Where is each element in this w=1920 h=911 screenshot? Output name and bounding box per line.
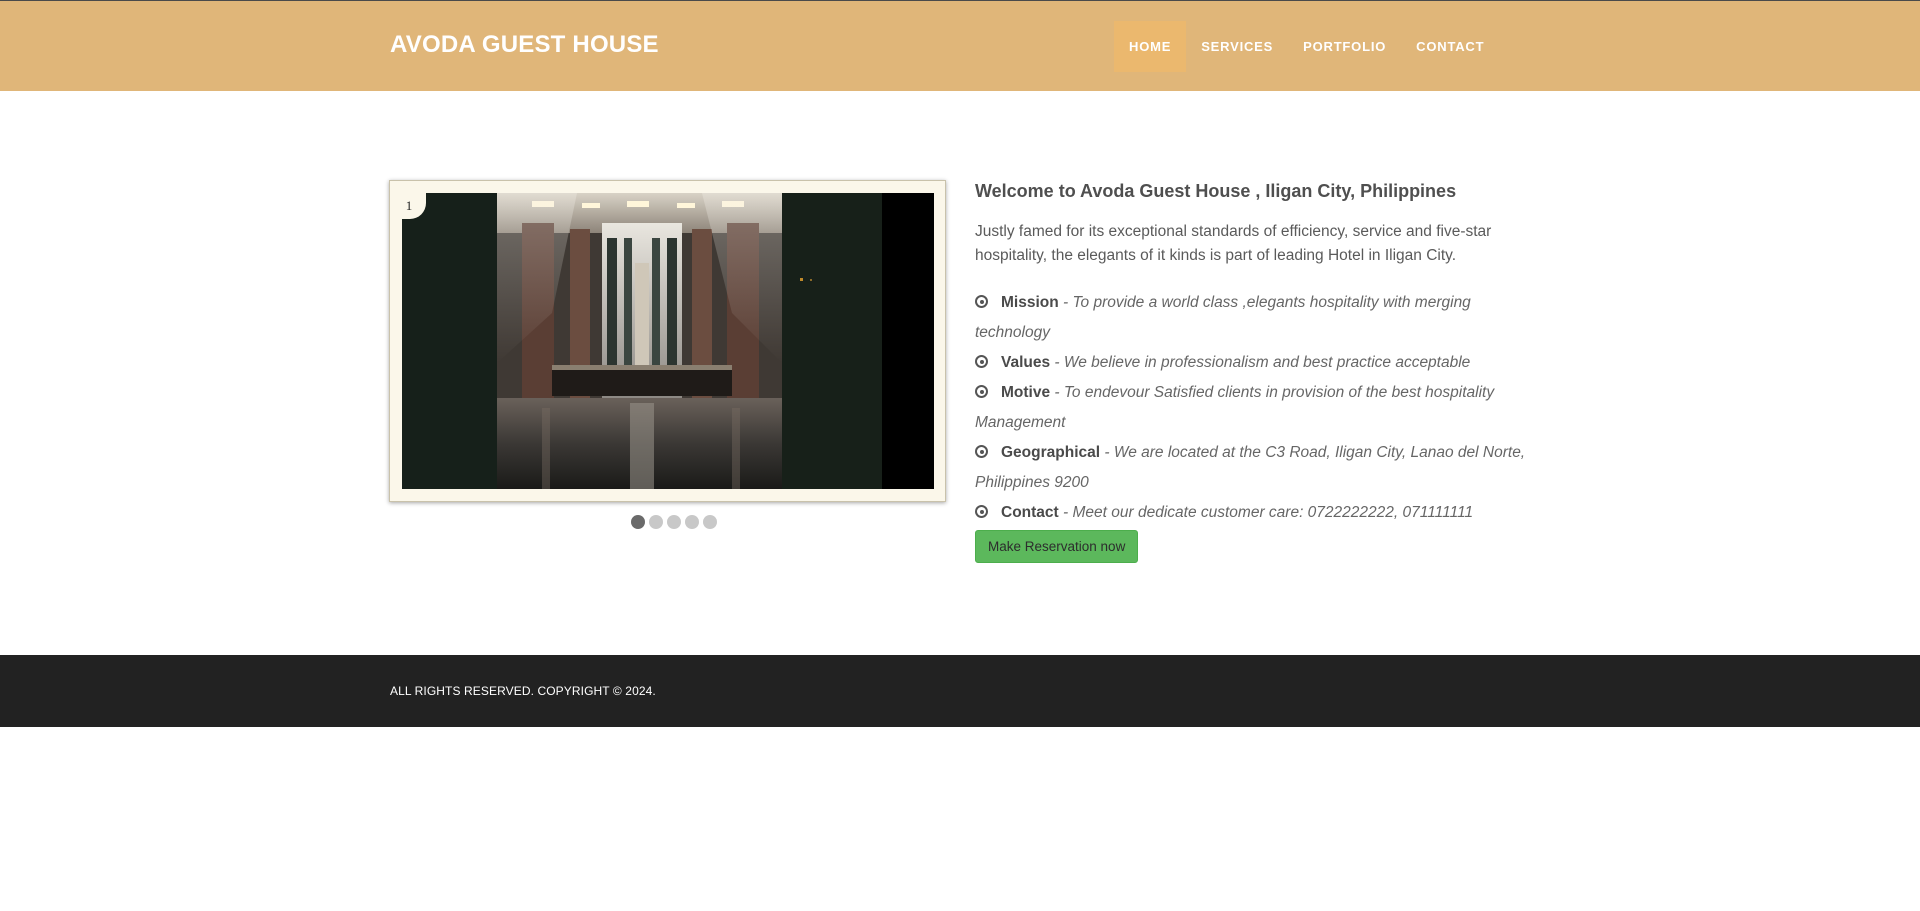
slider-dot-1[interactable] <box>631 515 645 529</box>
feature-description: Meet our dedicate customer care: 0722222… <box>1072 504 1474 521</box>
hotel-lobby-image <box>402 193 934 489</box>
nav-services[interactable]: SERVICES <box>1186 21 1288 72</box>
slider-dot-4[interactable] <box>685 515 699 529</box>
copyright-text: ALL RIGHTS RESERVED. COPYRIGHT © 2024. <box>390 684 656 698</box>
target-icon <box>975 295 988 308</box>
feature-description: We believe in professionalism and best p… <box>1063 354 1471 371</box>
slider-dots <box>631 515 717 529</box>
feature-separator: - <box>1058 294 1073 311</box>
slider-dot-5[interactable] <box>703 515 717 529</box>
site-header: AVODA GUEST HOUSE HOME SERVICES PORTFOLI… <box>0 0 1920 91</box>
list-item: Values - We believe in professionalism a… <box>975 348 1535 378</box>
target-icon <box>975 505 988 518</box>
main-nav: HOME SERVICES PORTFOLIO CONTACT <box>1114 21 1499 72</box>
nav-portfolio[interactable]: PORTFOLIO <box>1288 21 1401 72</box>
list-item: Geographical - We are located at the C3 … <box>975 438 1535 498</box>
slider-dot-3[interactable] <box>667 515 681 529</box>
feature-list: Mission - To provide a world class ,eleg… <box>975 288 1535 528</box>
image-slider[interactable]: 1 <box>389 180 946 502</box>
list-item: Mission - To provide a world class ,eleg… <box>975 288 1535 348</box>
feature-separator: - <box>1050 354 1064 371</box>
target-icon <box>975 445 988 458</box>
feature-label: Contact <box>1001 504 1059 521</box>
feature-separator: - <box>1058 504 1073 521</box>
target-icon <box>975 355 988 368</box>
feature-label: Mission <box>1001 294 1059 311</box>
page-title: Welcome to Avoda Guest House , Iligan Ci… <box>975 181 1457 201</box>
feature-label: Geographical <box>1001 444 1101 461</box>
feature-label: Motive <box>1001 384 1051 401</box>
list-item: Contact - Meet our dedicate customer car… <box>975 498 1535 528</box>
slide-counter: 1 <box>390 181 426 219</box>
welcome-section: Welcome to Avoda Guest House , Iligan Ci… <box>975 180 1545 563</box>
slider-dot-2[interactable] <box>649 515 663 529</box>
site-brand[interactable]: AVODA GUEST HOUSE <box>390 31 659 59</box>
make-reservation-button[interactable]: Make Reservation now <box>975 530 1139 563</box>
feature-label: Values <box>1001 354 1051 371</box>
feature-separator: - <box>1050 384 1064 401</box>
list-item: Motive - To endevour Satisfied clients i… <box>975 378 1535 438</box>
nav-home[interactable]: HOME <box>1114 21 1187 72</box>
nav-contact[interactable]: CONTACT <box>1401 21 1499 72</box>
target-icon <box>975 385 988 398</box>
intro-paragraph: Justly famed for its exceptional standar… <box>975 223 1492 264</box>
site-footer: ALL RIGHTS RESERVED. COPYRIGHT © 2024. <box>0 655 1920 727</box>
feature-separator: - <box>1100 444 1114 461</box>
